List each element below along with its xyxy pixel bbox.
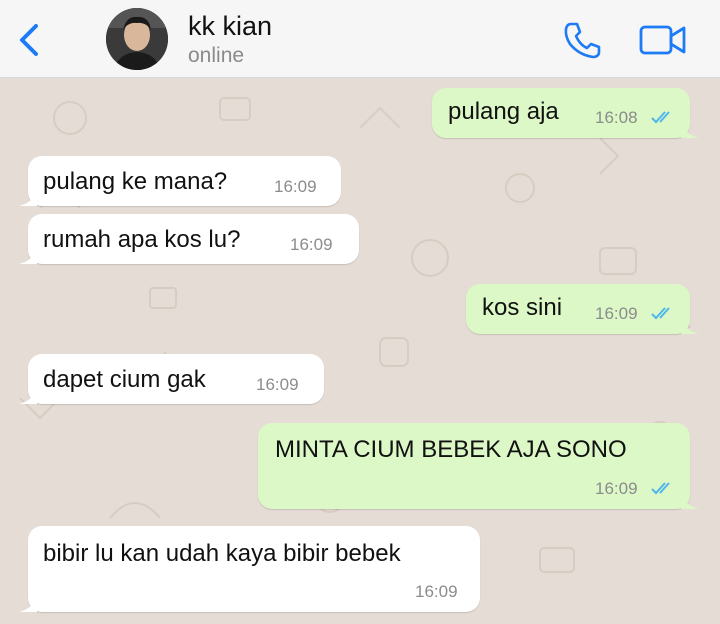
bubble-tail xyxy=(681,120,699,138)
message-text: dapet cium gak xyxy=(43,366,206,393)
bubble-tail xyxy=(681,491,699,509)
chat-header: kk kian online xyxy=(0,0,720,78)
message-text: bibir lu kan udah kaya bibir bebek xyxy=(43,540,401,567)
video-camera-icon[interactable] xyxy=(638,22,688,58)
message-time: 16:09 xyxy=(290,235,333,254)
message-text: pulang ke mana? xyxy=(43,168,228,195)
message-text: MINTA CIUM BEBEK AJA SONO xyxy=(275,436,627,463)
bubble-tail xyxy=(19,594,37,612)
double-check-read-icon xyxy=(651,111,670,124)
message-bubble-outgoing[interactable]: pulang aja 16:08 xyxy=(432,88,699,138)
message-bubble-incoming[interactable]: rumah apa kos lu? 16:09 xyxy=(19,214,359,264)
message-time: 16:08 xyxy=(595,108,638,127)
bubble-tail xyxy=(19,188,37,206)
message-time: 16:09 xyxy=(274,177,317,196)
message-text: pulang aja xyxy=(448,98,559,125)
double-check-read-icon xyxy=(651,307,670,320)
message-time: 16:09 xyxy=(415,582,458,601)
message-text: rumah apa kos lu? xyxy=(43,226,241,253)
message-text: kos sini xyxy=(482,294,563,321)
bubble-tail xyxy=(19,386,37,404)
bubble-tail xyxy=(19,246,37,264)
message-time: 16:09 xyxy=(256,375,299,394)
message-time: 16:09 xyxy=(595,479,638,498)
message-bubble-incoming[interactable]: dapet cium gak 16:09 xyxy=(19,354,324,404)
double-check-read-icon xyxy=(651,482,670,495)
message-time: 16:09 xyxy=(595,304,638,323)
message-bubble-outgoing[interactable]: MINTA CIUM BEBEK AJA SONO 16:09 xyxy=(258,423,699,509)
chevron-left-icon[interactable] xyxy=(14,22,44,58)
contact-status: online xyxy=(188,44,245,67)
avatar[interactable] xyxy=(106,8,168,70)
bubble-tail xyxy=(681,316,699,334)
contact-name[interactable]: kk kian xyxy=(188,11,272,42)
message-bubble-outgoing[interactable]: kos sini 16:09 xyxy=(466,284,699,334)
phone-icon[interactable] xyxy=(562,20,602,60)
message-bubble-incoming[interactable]: bibir lu kan udah kaya bibir bebek 16:09 xyxy=(19,526,480,612)
chat-area[interactable]: pulang aja 16:08 pulang ke mana? 16:09 r… xyxy=(0,78,720,624)
message-bubble-incoming[interactable]: pulang ke mana? 16:09 xyxy=(19,156,341,206)
